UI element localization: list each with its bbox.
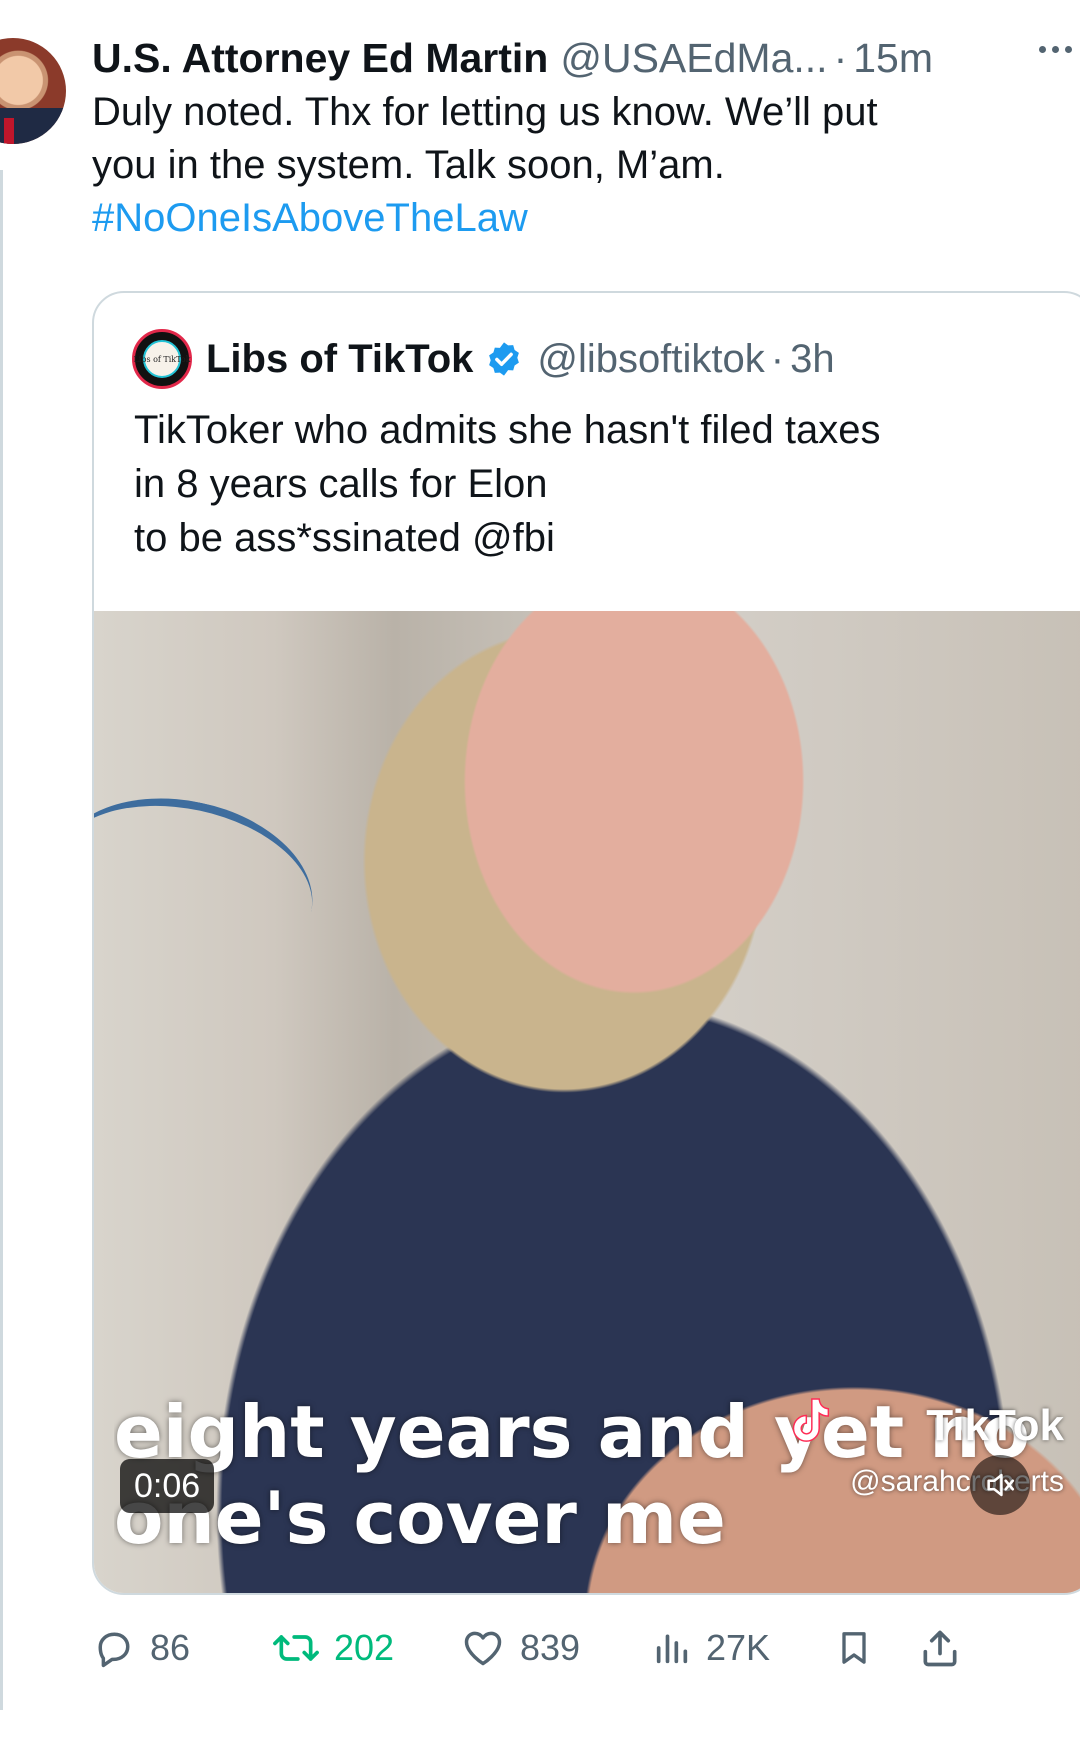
tweet-action-bar: 86 202 839 27K <box>92 1608 1072 1688</box>
share-button[interactable] <box>918 1608 976 1688</box>
quoted-tweet-text: TikToker who admits she hasn't filed tax… <box>134 403 1064 565</box>
heart-icon <box>464 1631 502 1666</box>
avatar-tie <box>4 118 14 144</box>
video-duration-badge: 0:06 <box>120 1459 215 1513</box>
bookmark-button[interactable] <box>834 1608 888 1688</box>
author-handle[interactable]: @USAEdMa... <box>560 35 827 82</box>
quoted-tweet-timestamp[interactable]: 3h <box>790 337 835 382</box>
tweet-timestamp[interactable]: 15m <box>853 35 933 82</box>
views-icon <box>656 1634 688 1664</box>
reply-icon <box>98 1632 130 1668</box>
author-name[interactable]: U.S. Attorney Ed Martin <box>92 35 548 82</box>
quoted-avatar-logo: Libs of TikTok <box>133 340 191 378</box>
retweet-icon <box>273 1635 319 1661</box>
watermark-handle: @sarahcroberts <box>850 1465 1064 1498</box>
more-options-icon[interactable] <box>1039 46 1072 53</box>
mute-icon[interactable] <box>970 1455 1030 1515</box>
quoted-author-handle[interactable]: @libsoftiktok <box>537 337 764 382</box>
like-button[interactable]: 839 <box>460 1608 580 1688</box>
video-player[interactable]: eight years and yet no one's cover me Ti… <box>94 611 1080 1593</box>
quoted-tweet[interactable]: Libs of TikTok Libs of TikTok @libsoftik… <box>92 291 1080 1595</box>
tweet-text-line: Duly noted. Thx for letting us know. We’… <box>92 90 878 134</box>
watermark-brand: TikTok <box>926 1401 1064 1450</box>
view-count: 27K <box>706 1627 771 1668</box>
like-count: 839 <box>520 1627 581 1668</box>
tweet-text-line: you in the system. Talk soon, M’am. <box>92 143 725 187</box>
background-hoop <box>94 775 329 995</box>
quoted-text-line: TikToker who admits she hasn't filed tax… <box>134 408 881 452</box>
quoted-tweet-header: Libs of TikTok Libs of TikTok @libsoftik… <box>132 329 835 389</box>
reply-button[interactable]: 86 <box>92 1608 190 1688</box>
tweet-header: U.S. Attorney Ed Martin @USAEdMa... · 15… <box>92 30 1072 86</box>
retweet-button[interactable]: 202 <box>272 1608 394 1688</box>
thread-line <box>0 170 3 1710</box>
quoted-text-line: to be ass*ssinated @fbi <box>134 516 555 560</box>
views-button[interactable]: 27K <box>652 1608 770 1688</box>
share-icon <box>923 1630 957 1667</box>
bookmark-icon <box>842 1632 866 1664</box>
tweet-text: Duly noted. Thx for letting us know. We’… <box>92 86 1052 245</box>
separator-dot: · <box>833 34 848 81</box>
tiktok-logo-icon <box>792 1398 830 1442</box>
quoted-author-name[interactable]: Libs of TikTok <box>206 337 473 382</box>
verified-badge-icon <box>485 340 523 378</box>
retweet-count: 202 <box>334 1627 395 1668</box>
separator-dot: · <box>770 336 785 381</box>
quoted-text-line: in 8 years calls for Elon <box>134 462 548 506</box>
reply-count: 86 <box>150 1627 191 1668</box>
author-avatar[interactable] <box>0 38 66 144</box>
tiktok-watermark: TikTok @sarahcroberts <box>792 1398 1064 1499</box>
quoted-author-avatar[interactable]: Libs of TikTok <box>132 329 192 389</box>
hashtag-link[interactable]: #NoOneIsAboveTheLaw <box>92 192 1052 245</box>
